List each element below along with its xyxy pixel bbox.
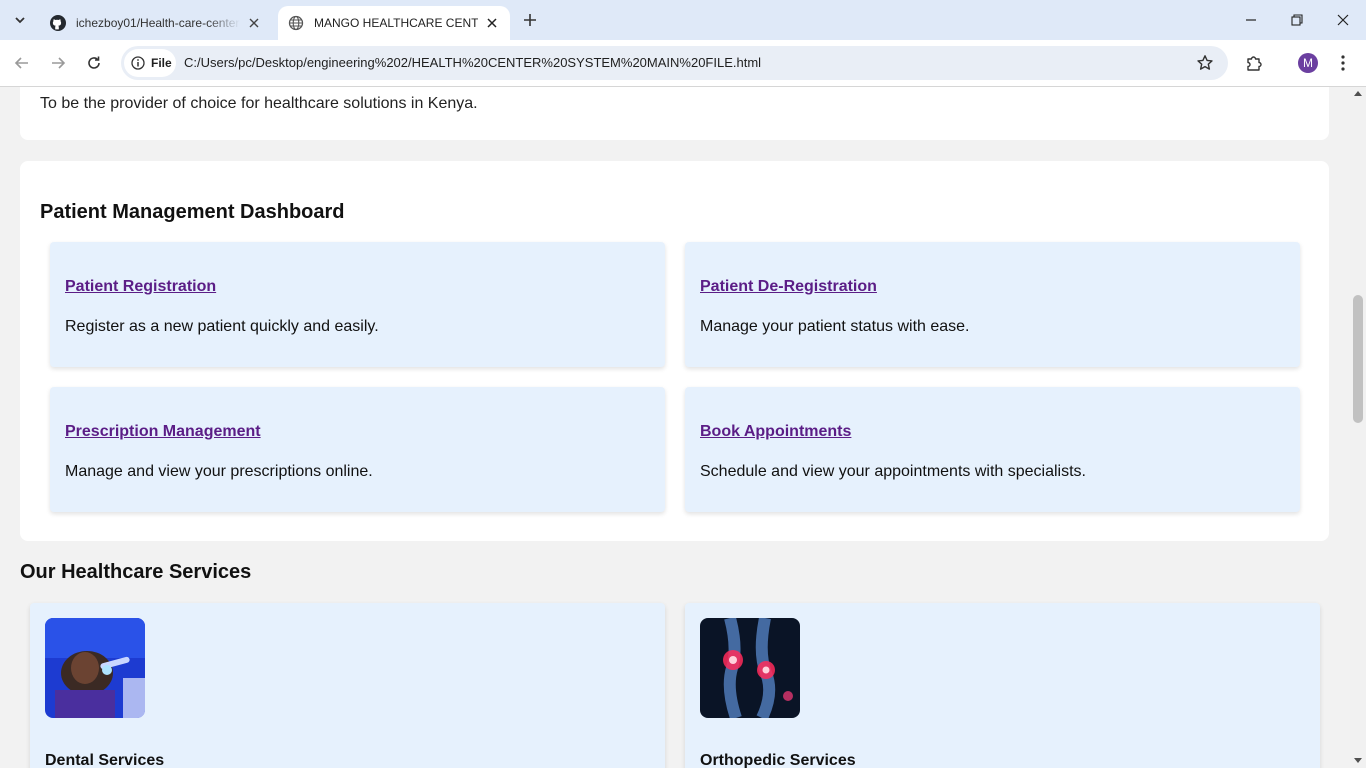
patient-registration-link[interactable]: Patient Registration <box>65 278 216 296</box>
browser-toolbar: File C:/Users/pc/Desktop/engineering%202… <box>0 40 1366 87</box>
services-title: Our Healthcare Services <box>20 561 252 583</box>
vision-statement: To be the provider of choice for healthc… <box>40 95 478 112</box>
prescription-management-link[interactable]: Prescription Management <box>65 423 261 441</box>
dashboard-title: Patient Management Dashboard <box>40 201 345 223</box>
feature-description: Register as a new patient quickly and ea… <box>65 318 379 335</box>
service-card-orthopedic: Orthopedic Services <box>685 603 1320 768</box>
feature-card-registration: Patient Registration Register as a new p… <box>50 242 665 367</box>
tab-search-button[interactable] <box>6 8 34 32</box>
tab-title: ichezboy01/Health-care-center <box>76 16 240 30</box>
new-tab-button[interactable] <box>518 8 542 32</box>
browser-tab-bar: ichezboy01/Health-care-center MANGO HEAL… <box>0 0 1366 40</box>
arrow-right-icon <box>52 57 66 69</box>
address-bar[interactable]: File C:/Users/pc/Desktop/engineering%202… <box>121 46 1228 80</box>
vision-section: To be the provider of choice for healthc… <box>20 87 1329 140</box>
scroll-down-arrow-icon[interactable] <box>1354 758 1362 763</box>
tab-github[interactable]: ichezboy01/Health-care-center <box>40 6 272 40</box>
github-icon <box>50 15 66 31</box>
service-name: Orthopedic Services <box>700 752 856 768</box>
feature-card-deregistration: Patient De-Registration Manage your pati… <box>685 242 1300 367</box>
reload-button[interactable] <box>81 50 107 76</box>
forward-button[interactable] <box>45 50 71 76</box>
minimize-button[interactable] <box>1228 0 1274 40</box>
page-viewport: To be the provider of choice for healthc… <box>0 87 1350 768</box>
close-tab-icon[interactable] <box>246 15 262 31</box>
book-appointments-link[interactable]: Book Appointments <box>700 423 851 441</box>
site-info-chip[interactable]: File <box>124 49 176 77</box>
feature-card-prescriptions: Prescription Management Manage and view … <box>50 387 665 512</box>
scrollbar-thumb[interactable] <box>1353 295 1363 423</box>
chevron-down-icon <box>15 17 25 24</box>
feature-description: Schedule and view your appointments with… <box>700 463 1086 480</box>
profile-avatar[interactable]: M <box>1298 53 1318 73</box>
back-button[interactable] <box>9 50 35 76</box>
arrow-left-icon <box>14 57 28 69</box>
scroll-up-arrow-icon[interactable] <box>1354 91 1362 96</box>
reload-icon <box>88 56 100 69</box>
close-tab-icon[interactable] <box>484 15 500 31</box>
dashboard-section: Patient Management Dashboard Patient Reg… <box>20 161 1329 541</box>
close-window-button[interactable] <box>1320 0 1366 40</box>
orthopedic-photo <box>700 618 800 718</box>
plus-icon <box>524 14 536 26</box>
tab-title: MANGO HEALTHCARE CENTER <box>314 16 478 30</box>
service-card-dental: Dental Services <box>30 603 665 768</box>
extensions-button[interactable] <box>1244 53 1264 73</box>
url-text[interactable]: C:/Users/pc/Desktop/engineering%202/HEAL… <box>184 55 761 70</box>
page-scrollbar[interactable] <box>1350 87 1366 768</box>
info-icon <box>131 56 145 70</box>
menu-button[interactable] <box>1333 53 1353 73</box>
feature-description: Manage your patient status with ease. <box>700 318 970 335</box>
feature-description: Manage and view your prescriptions onlin… <box>65 463 373 480</box>
kebab-menu-icon <box>1341 55 1345 71</box>
minimize-icon <box>1246 19 1256 21</box>
puzzle-icon <box>1247 56 1262 71</box>
restore-icon <box>1291 14 1303 26</box>
bookmark-star-icon[interactable] <box>1196 54 1214 72</box>
globe-icon <box>288 15 304 31</box>
site-chip-label: File <box>151 56 172 70</box>
close-icon <box>1337 14 1349 26</box>
patient-deregistration-link[interactable]: Patient De-Registration <box>700 278 877 296</box>
service-name: Dental Services <box>45 752 165 768</box>
tab-mango-healthcare[interactable]: MANGO HEALTHCARE CENTER <box>278 6 510 40</box>
restore-button[interactable] <box>1274 0 1320 40</box>
feature-card-appointments: Book Appointments Schedule and view your… <box>685 387 1300 512</box>
dental-photo <box>45 618 145 718</box>
